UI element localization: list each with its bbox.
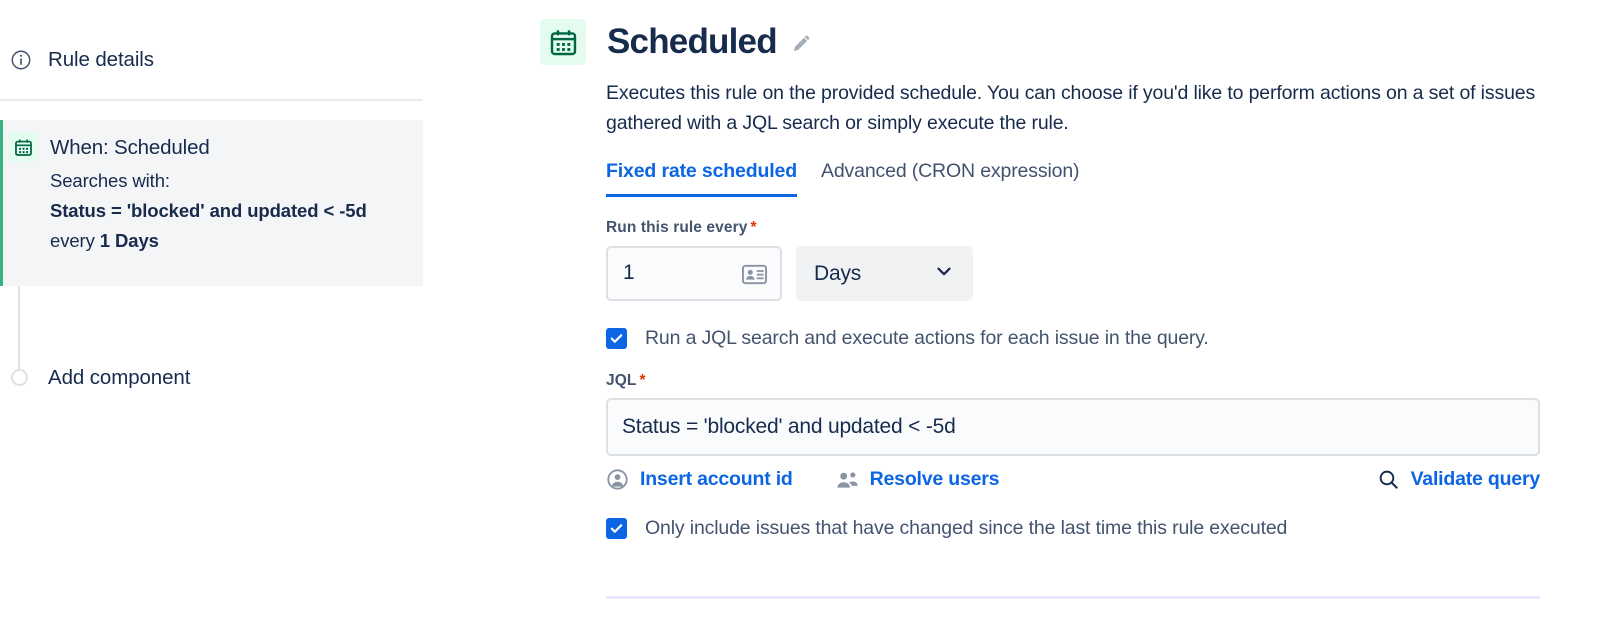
changed-only-checkbox[interactable] [606,518,627,539]
sidebar-divider [0,99,423,101]
component-detail-panel: Scheduled Executes this rule on the prov… [540,0,1600,617]
interval-field-label: Run this rule every* [606,219,1600,237]
jql-search-checkbox-row[interactable]: Run a JQL search and execute actions for… [606,327,1600,350]
sidebar-item-label: Rule details [48,48,154,72]
id-badge-icon[interactable] [742,264,767,290]
insert-account-id-link[interactable]: Insert account id [606,468,793,491]
jql-field-label: JQL* [606,372,1600,390]
sidebar-item-rule-details[interactable]: Rule details [0,38,423,82]
jql-search-checkbox[interactable] [606,328,627,349]
sidebar-item-when-scheduled[interactable]: When: Scheduled Searches with: Status = … [0,120,423,286]
tab-advanced-cron[interactable]: Advanced (CRON expression) [821,160,1079,197]
pencil-icon[interactable] [790,31,814,60]
required-asterisk: * [639,372,645,389]
changed-only-checkbox-row[interactable]: Only include issues that have changed si… [606,517,1600,540]
jql-input[interactable]: Status = 'blocked' and updated < -5d [606,398,1540,456]
when-component-jql-text: Status = 'blocked' and updated < -5d [50,200,367,221]
jql-label-text: JQL [606,372,636,389]
interval-unit-select[interactable]: Days [796,246,973,301]
chevron-down-icon [933,260,955,287]
info-circle-icon [10,49,32,71]
interval-label-text: Run this rule every [606,219,747,236]
when-component-searches-label: Searches with: [50,166,400,196]
when-component-every-value: 1 Days [100,230,159,251]
when-component-jql-summary: Status = 'blocked' and updated < -5d [50,196,400,226]
insert-account-id-label: Insert account id [640,468,793,491]
page-title: Scheduled [607,22,777,62]
detail-header: Scheduled [540,19,1600,65]
schedule-form: Run this rule every* 1 [606,219,1600,540]
component-description: Executes this rule on the provided sched… [606,79,1536,138]
automation-rule-editor: Rule details Wh [0,0,1600,617]
resolve-users-label: Resolve users [870,468,1000,491]
jql-search-checkbox-label: Run a JQL search and execute actions for… [645,327,1209,350]
rule-chain-sidebar: Rule details Wh [0,0,423,617]
tab-fixed-rate-scheduled[interactable]: Fixed rate scheduled [606,160,797,197]
add-component-label: Add component [48,366,190,390]
changed-only-checkbox-label: Only include issues that have changed si… [645,517,1287,540]
add-component-button[interactable]: Add component [0,362,190,394]
when-component-schedule: every 1 Days [50,226,400,256]
schedule-mode-tabs: Fixed rate scheduled Advanced (CRON expr… [606,160,1598,197]
interval-value-input[interactable]: 1 [606,246,782,301]
validate-query-label: Validate query [1411,468,1540,491]
interval-unit-value: Days [814,262,861,286]
jql-action-links: Insert account id Resolve users [606,468,1540,491]
search-icon [1377,468,1400,491]
interval-value-text: 1 [623,261,635,285]
jql-input-value: Status = 'blocked' and updated < -5d [622,415,956,439]
interval-controls: 1 Days [606,246,1600,301]
section-divider [606,596,1540,599]
validate-query-link[interactable]: Validate query [1377,468,1540,491]
required-asterisk: * [750,219,756,236]
people-icon [836,470,859,490]
calendar-icon [8,132,38,162]
resolve-users-link[interactable]: Resolve users [836,468,1000,491]
calendar-icon [540,19,586,65]
when-component-title: When: Scheduled [50,134,423,161]
person-circle-icon [606,468,629,491]
when-component-every-prefix: every [50,230,95,251]
